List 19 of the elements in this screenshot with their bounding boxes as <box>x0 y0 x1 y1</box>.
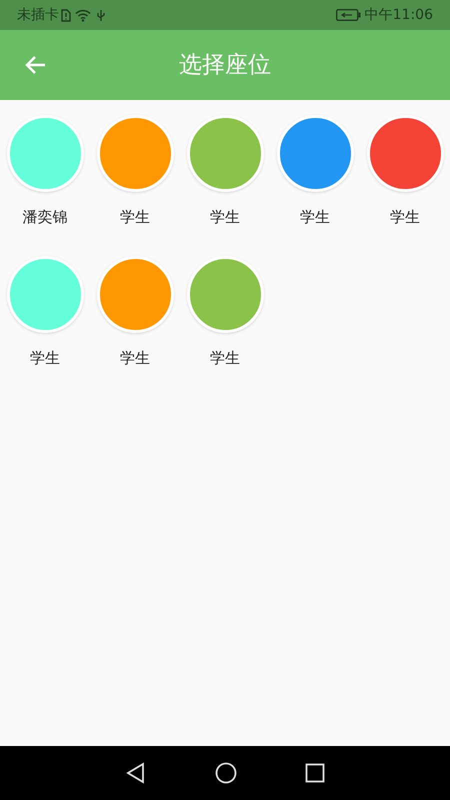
recents-icon[interactable] <box>305 763 325 783</box>
back-arrow-icon <box>24 55 46 75</box>
page-title: 选择座位 <box>179 50 271 80</box>
sim-icon <box>61 8 71 22</box>
seat-label: 学生 <box>120 348 150 369</box>
seat-label: 潘奕锦 <box>22 207 68 228</box>
seat-label: 学生 <box>300 207 330 228</box>
carrier-text: 未插卡 <box>17 6 59 24</box>
seat-label: 学生 <box>210 348 240 369</box>
usb-icon <box>96 8 106 22</box>
back-icon[interactable] <box>125 762 147 784</box>
seat-label: 学生 <box>30 348 60 369</box>
clock-text: 中午11:06 <box>364 6 433 24</box>
home-icon[interactable] <box>215 762 237 784</box>
seat-label: 学生 <box>390 207 420 228</box>
seat-label: 学生 <box>120 207 150 228</box>
seat-label: 学生 <box>210 207 240 228</box>
battery-icon <box>336 9 361 21</box>
wifi-icon <box>75 8 91 22</box>
